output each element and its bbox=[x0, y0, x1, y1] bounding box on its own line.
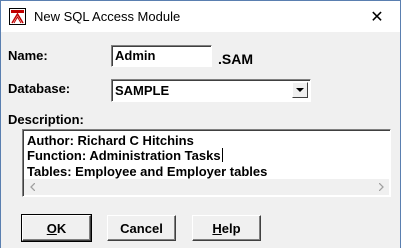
chevron-down-icon bbox=[296, 87, 304, 92]
dialog-window: New SQL Access Module ✕ Name: Admin .SAM… bbox=[0, 0, 401, 248]
scroll-left-button[interactable] bbox=[24, 179, 40, 195]
database-select-value: SAMPLE bbox=[115, 83, 170, 98]
close-button[interactable]: ✕ bbox=[354, 1, 400, 32]
name-label: Name: bbox=[8, 48, 48, 63]
help-mnemonic: H bbox=[212, 220, 222, 236]
name-input-value: Admin bbox=[115, 48, 156, 63]
description-line-text: Function: Administration Tasks bbox=[27, 148, 221, 163]
scroll-right-button[interactable] bbox=[373, 179, 389, 195]
cancel-label: Cancel bbox=[120, 220, 163, 236]
scroll-left-icon bbox=[29, 183, 35, 191]
description-line: Function: Administration Tasks bbox=[27, 148, 223, 163]
description-line: Author: Richard C Hitchins bbox=[27, 133, 194, 148]
description-line: Tables: Employee and Employer tables bbox=[27, 164, 268, 179]
database-select[interactable]: SAMPLE bbox=[111, 79, 311, 102]
text-caret bbox=[221, 148, 223, 162]
ok-button[interactable]: OK bbox=[21, 214, 92, 242]
dialog-body: Name: Admin .SAM Database: SAMPLE Descri… bbox=[1, 32, 400, 248]
ok-label-rest: K bbox=[56, 220, 67, 236]
close-icon: ✕ bbox=[370, 8, 384, 26]
name-input[interactable]: Admin bbox=[111, 45, 212, 67]
description-label: Description: bbox=[8, 112, 84, 127]
database-label: Database: bbox=[8, 81, 71, 96]
title-bar[interactable]: New SQL Access Module ✕ bbox=[1, 1, 400, 32]
horizontal-scrollbar[interactable] bbox=[24, 179, 389, 195]
ok-mnemonic: O bbox=[46, 220, 57, 236]
window-title: New SQL Access Module bbox=[34, 9, 181, 24]
description-textarea[interactable]: Author: Richard C Hitchins Function: Adm… bbox=[22, 129, 391, 197]
scroll-right-icon bbox=[378, 183, 384, 191]
dropdown-button[interactable] bbox=[292, 82, 308, 98]
name-suffix: .SAM bbox=[218, 51, 253, 67]
app-icon bbox=[9, 8, 26, 25]
help-label-rest: elp bbox=[221, 220, 241, 236]
help-button[interactable]: Help bbox=[192, 215, 261, 241]
cancel-button[interactable]: Cancel bbox=[107, 215, 176, 241]
